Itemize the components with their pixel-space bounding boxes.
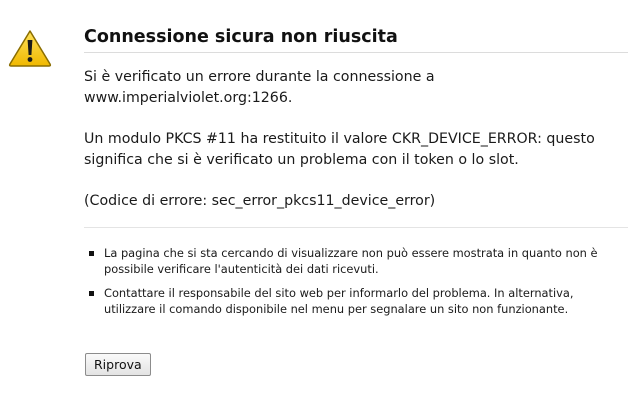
error-host: www.imperialviolet.org:1266. bbox=[84, 90, 293, 106]
list-item-text: Contattare il responsabile del sito web … bbox=[104, 286, 574, 316]
section-divider bbox=[84, 227, 628, 228]
error-long-description: La pagina che si sta cercando di visuali… bbox=[89, 245, 619, 325]
list-item: La pagina che si sta cercando di visuali… bbox=[89, 245, 619, 277]
error-message-line: Si è verificato un errore durante la con… bbox=[84, 69, 435, 85]
title-divider bbox=[84, 52, 628, 53]
error-detail: Un modulo PKCS #11 ha restituito il valo… bbox=[84, 131, 595, 168]
bullet-icon bbox=[89, 291, 94, 296]
list-item: Contattare il responsabile del sito web … bbox=[89, 285, 619, 317]
warning-icon bbox=[8, 30, 52, 67]
retry-button[interactable]: Riprova bbox=[85, 353, 151, 376]
list-item-text: La pagina che si sta cercando di visuali… bbox=[104, 246, 598, 276]
error-short-description: Si è verificato un errore durante la con… bbox=[84, 67, 628, 212]
error-code: (Codice di errore: sec_error_pkcs11_devi… bbox=[84, 193, 436, 209]
bullet-icon bbox=[89, 251, 94, 256]
page-title: Connessione sicura non riuscita bbox=[84, 27, 398, 47]
